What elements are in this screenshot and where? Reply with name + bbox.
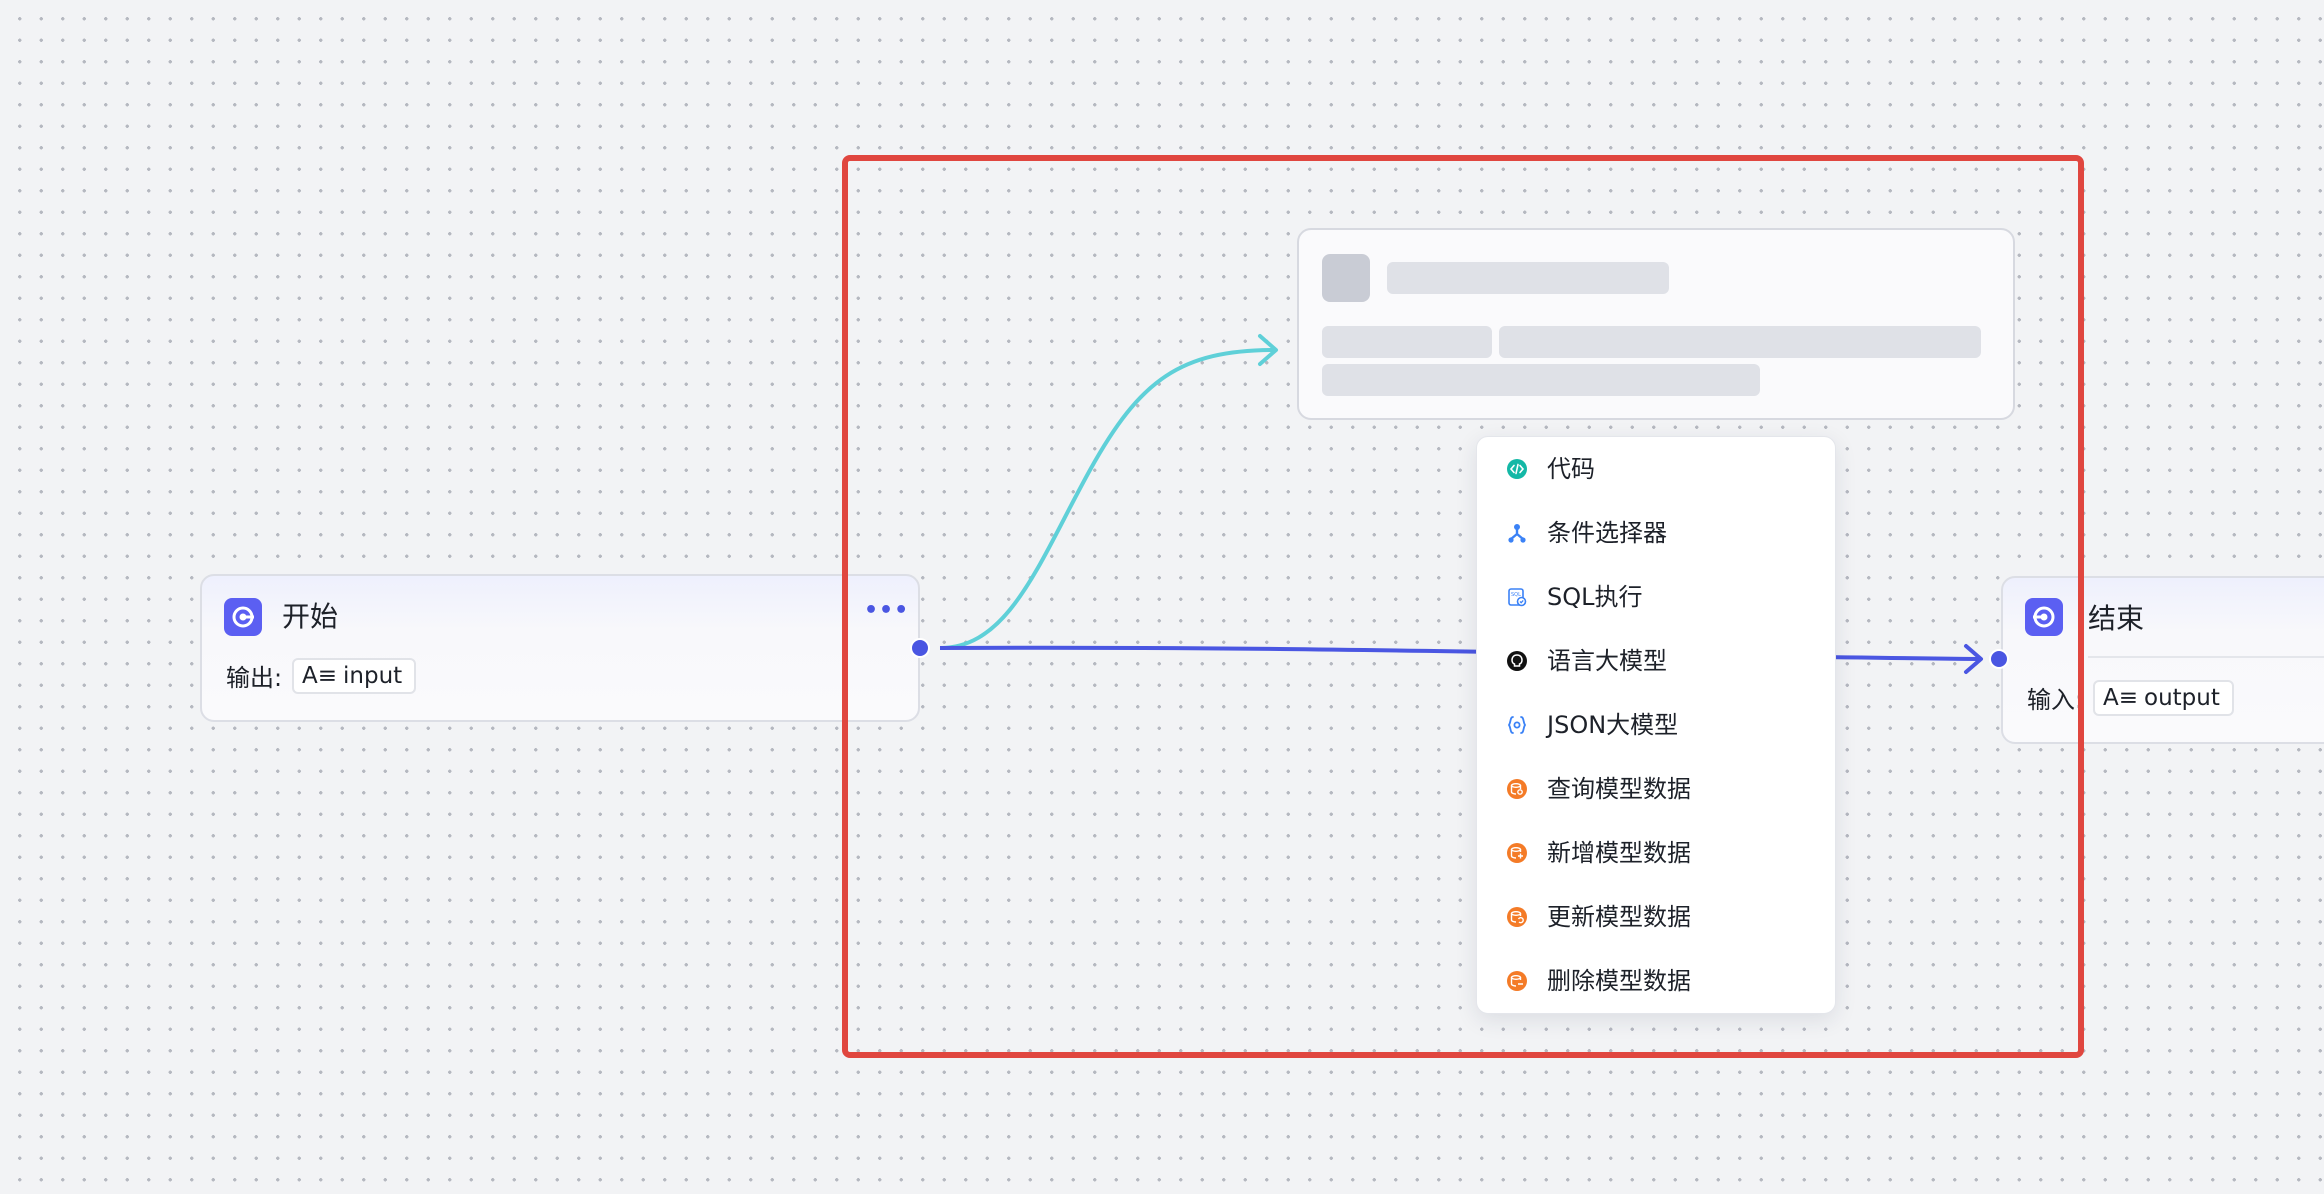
start-icon bbox=[224, 598, 262, 636]
database-add-icon bbox=[1507, 843, 1527, 863]
menu-item-label: 更新模型数据 bbox=[1547, 903, 1691, 931]
skeleton-line bbox=[1499, 326, 1981, 358]
end-node-title: 结束 bbox=[2088, 602, 2145, 635]
sql-icon: SQL bbox=[1508, 588, 1527, 607]
menu-item-label: 新增模型数据 bbox=[1547, 839, 1691, 867]
menu-item-condition[interactable]: 条件选择器 bbox=[1477, 501, 1835, 565]
menu-item-label: SQL执行 bbox=[1547, 583, 1643, 611]
menu-item-label: 代码 bbox=[1547, 455, 1595, 483]
workflow-canvas[interactable]: 开始 ••• 输出: A≡ input 结束 输入: A≡ output 代码 … bbox=[0, 0, 2324, 1194]
text-type-icon: A≡ bbox=[302, 663, 338, 689]
database-delete-icon bbox=[1507, 971, 1527, 991]
skeleton-title bbox=[1387, 262, 1669, 294]
menu-item-add-model-data[interactable]: 新增模型数据 bbox=[1477, 821, 1835, 885]
skeleton-icon bbox=[1322, 254, 1370, 302]
database-query-icon bbox=[1507, 779, 1527, 799]
skeleton-line bbox=[1322, 364, 1760, 396]
menu-item-code[interactable]: 代码 bbox=[1477, 437, 1835, 501]
json-icon bbox=[1507, 716, 1527, 734]
node-type-menu: 代码 条件选择器 SQL SQL执行 语言大模型 JSON大模型 查询模型数据 … bbox=[1476, 436, 1836, 1014]
menu-item-label: 语言大模型 bbox=[1547, 647, 1667, 675]
llm-icon bbox=[1507, 651, 1527, 671]
menu-item-delete-model-data[interactable]: 删除模型数据 bbox=[1477, 949, 1835, 1013]
end-input-variable-name: output bbox=[2144, 685, 2220, 711]
end-input-variable[interactable]: A≡ output bbox=[2093, 680, 2234, 716]
menu-item-label: 查询模型数据 bbox=[1547, 775, 1691, 803]
start-output-label: 输出: bbox=[226, 664, 283, 692]
start-output-variable[interactable]: A≡ input bbox=[292, 658, 417, 694]
condition-icon bbox=[1508, 524, 1526, 543]
menu-item-sql[interactable]: SQL SQL执行 bbox=[1477, 565, 1835, 629]
start-node[interactable]: 开始 ••• 输出: A≡ input bbox=[200, 574, 920, 722]
text-type-icon: A≡ bbox=[2103, 685, 2139, 711]
start-node-title: 开始 bbox=[282, 600, 339, 633]
code-icon bbox=[1507, 459, 1527, 479]
menu-item-query-model-data[interactable]: 查询模型数据 bbox=[1477, 757, 1835, 821]
start-output-variable-name: input bbox=[343, 663, 403, 689]
menu-item-llm[interactable]: 语言大模型 bbox=[1477, 629, 1835, 693]
menu-item-label: JSON大模型 bbox=[1547, 711, 1679, 739]
menu-item-json[interactable]: JSON大模型 bbox=[1477, 693, 1835, 757]
end-node-divider bbox=[2088, 656, 2324, 658]
database-update-icon bbox=[1507, 907, 1527, 927]
placeholder-node bbox=[1297, 228, 2015, 420]
menu-item-label: 删除模型数据 bbox=[1547, 967, 1691, 995]
menu-item-update-model-data[interactable]: 更新模型数据 bbox=[1477, 885, 1835, 949]
menu-item-label: 条件选择器 bbox=[1547, 519, 1667, 547]
skeleton-line bbox=[1322, 326, 1492, 358]
